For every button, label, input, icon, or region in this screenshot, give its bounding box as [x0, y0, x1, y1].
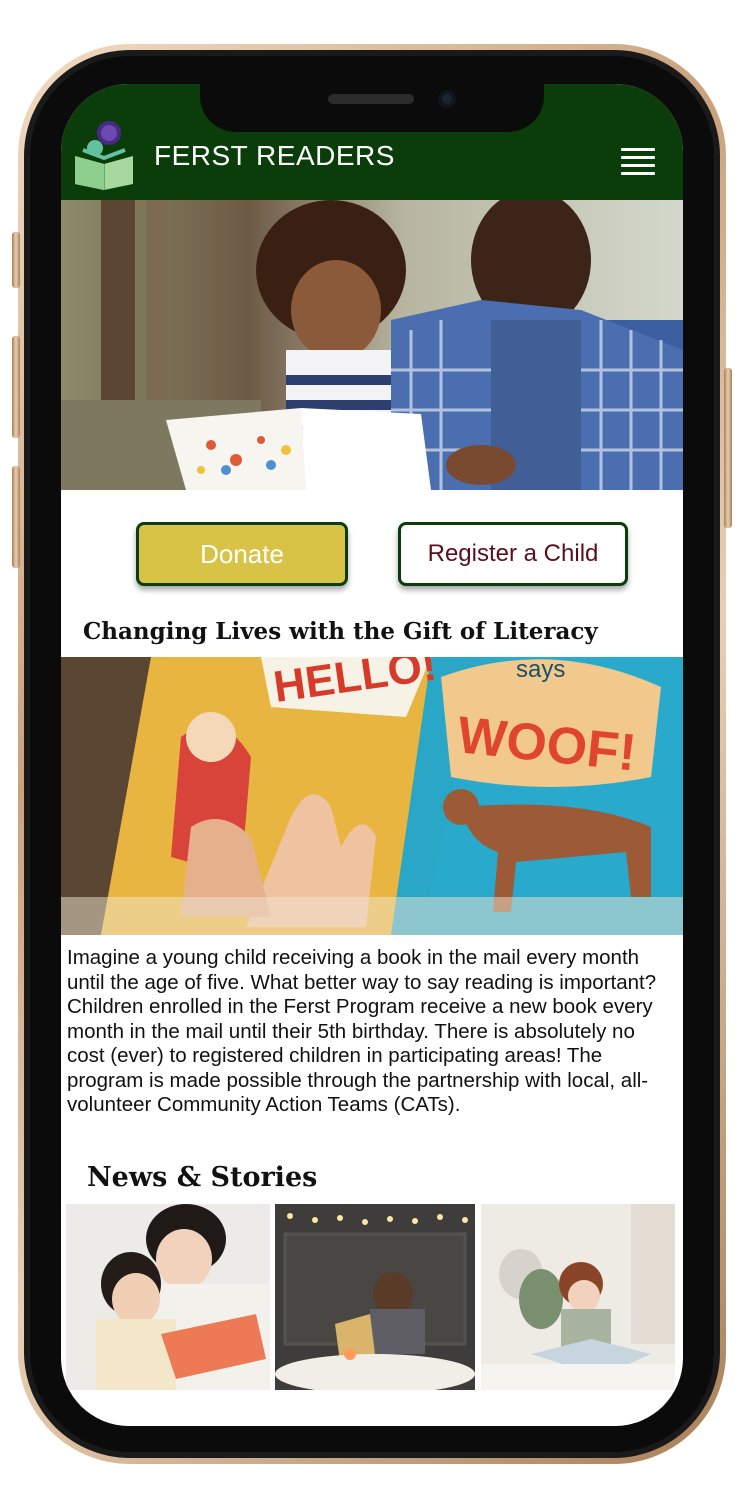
boy-reading-lights-illustration [275, 1204, 475, 1390]
hamburger-menu-icon[interactable] [621, 144, 657, 178]
front-camera [438, 90, 456, 108]
book-text-says: says [516, 657, 565, 683]
donate-button[interactable]: Donate [136, 522, 348, 586]
hero-photo [61, 200, 683, 490]
phone-screen: FERST READERS Donate Register a Child Ch… [61, 84, 683, 1426]
power-button [724, 368, 732, 528]
speaker-grille [328, 94, 414, 104]
news-item-thumbnail[interactable] [481, 1204, 675, 1390]
intro-title: Changing Lives with the Gift of Literacy [83, 618, 598, 645]
phone-notch [200, 84, 544, 132]
child-hands-book-photo: HELLO! WOOF! says [61, 657, 683, 935]
news-title: News & Stories [87, 1162, 318, 1193]
volume-up-button [12, 336, 20, 438]
toddler-plush-reading-illustration [481, 1204, 675, 1390]
intro-body-text: Imagine a young child receiving a book i… [67, 946, 657, 1116]
father-daughter-reading-illustration [61, 200, 683, 490]
reader-book-logo-icon[interactable] [71, 118, 137, 190]
volume-down-button [12, 466, 20, 568]
news-item-thumbnail[interactable] [66, 1204, 270, 1390]
mother-baby-reading-illustration [66, 1204, 270, 1390]
picture-book-illustration: HELLO! WOOF! says [61, 657, 683, 935]
brand-name[interactable]: FERST READERS [154, 140, 395, 172]
register-child-button[interactable]: Register a Child [398, 522, 628, 586]
mute-switch [12, 232, 20, 288]
news-item-thumbnail[interactable] [275, 1204, 475, 1390]
